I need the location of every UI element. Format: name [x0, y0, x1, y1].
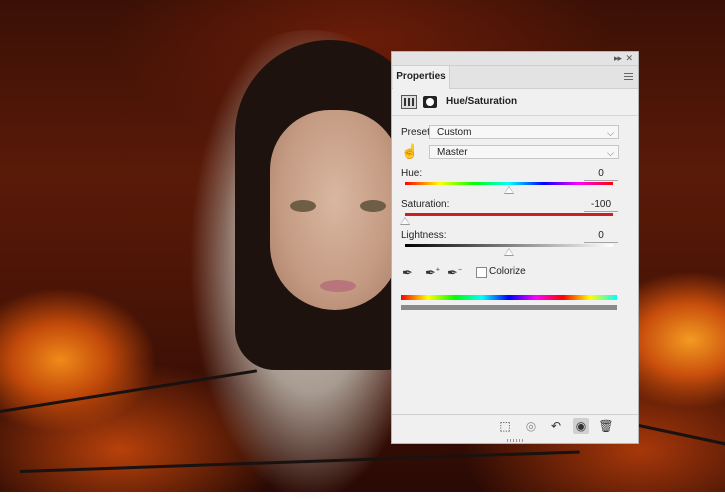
properties-panel: ▸▸ ✕ Properties Hue/Saturation Preset: C…	[391, 51, 639, 444]
channel-row: ☝ Master ⌵	[392, 143, 638, 161]
double-chevron-right-icon[interactable]: ▸▸	[614, 52, 622, 65]
adjustment-header: Hue/Saturation	[392, 89, 638, 116]
hamburger-menu-icon[interactable]	[624, 73, 633, 82]
eyedropper-plus-icon[interactable]: ✒+	[425, 265, 440, 281]
adjustment-title: Hue/Saturation	[446, 96, 518, 107]
chevron-down-icon: ⌵	[607, 128, 614, 138]
close-icon[interactable]: ✕	[625, 52, 633, 65]
targeted-adjustment-hand-icon[interactable]: ☝	[401, 143, 418, 160]
chevron-down-icon: ⌵	[607, 148, 614, 158]
resize-grip[interactable]	[507, 439, 523, 442]
saturation-value-field[interactable]: -100	[584, 199, 618, 212]
hue-slider-track[interactable]	[405, 182, 613, 185]
hue-value-field[interactable]: 0	[584, 168, 618, 181]
panel-tab-bar: Properties	[392, 66, 638, 89]
photo-lips	[320, 280, 356, 292]
view-previous-state-icon[interactable]: ◎	[523, 418, 539, 434]
preset-label: Preset:	[401, 127, 433, 138]
channel-select[interactable]: Master ⌵	[429, 145, 619, 159]
photo-right-eye	[360, 200, 386, 212]
tools-row: ✒ ✒+ ✒− Colorize	[392, 265, 638, 281]
input-color-bar	[401, 295, 617, 300]
tab-properties[interactable]: Properties	[393, 66, 450, 89]
hue-slider-thumb[interactable]	[504, 186, 514, 194]
panel-title-bar[interactable]: ▸▸ ✕	[392, 52, 638, 66]
hue-label: Hue:	[401, 168, 423, 179]
panel-bottom-bar: ⬚ ◎ ↶ ◉ 🗑	[392, 414, 638, 437]
lightness-slider-thumb[interactable]	[504, 248, 514, 256]
preset-row: Preset: Custom ⌵	[392, 125, 638, 141]
reset-icon[interactable]: ↶	[548, 418, 564, 434]
colorize-label: Colorize	[489, 266, 526, 277]
lightness-label: Lightness:	[401, 230, 447, 241]
lightness-slider-track[interactable]	[405, 244, 613, 247]
preset-value: Custom	[437, 127, 472, 138]
eyedropper-icon[interactable]: ✒	[402, 265, 413, 281]
lightness-control: Lightness: 0	[392, 230, 638, 260]
trash-icon[interactable]: 🗑	[598, 418, 614, 434]
adjustment-layer-icon[interactable]	[401, 95, 417, 109]
saturation-control: Saturation: -100	[392, 199, 638, 229]
saturation-label: Saturation:	[401, 199, 450, 210]
preset-select[interactable]: Custom ⌵	[429, 125, 619, 139]
channel-value: Master	[437, 147, 468, 158]
visibility-eye-icon[interactable]: ◉	[573, 418, 589, 434]
output-color-bar	[401, 305, 617, 310]
saturation-slider-thumb[interactable]	[400, 217, 410, 225]
lightness-value-field[interactable]: 0	[584, 230, 618, 243]
photo-left-eye	[290, 200, 316, 212]
clip-to-layer-icon[interactable]: ⬚	[497, 418, 513, 434]
saturation-slider-track[interactable]	[405, 213, 613, 216]
layer-mask-icon[interactable]	[423, 96, 437, 108]
hue-control: Hue: 0	[392, 168, 638, 198]
colorize-checkbox[interactable]	[476, 267, 487, 278]
eyedropper-minus-icon[interactable]: ✒−	[447, 265, 462, 281]
